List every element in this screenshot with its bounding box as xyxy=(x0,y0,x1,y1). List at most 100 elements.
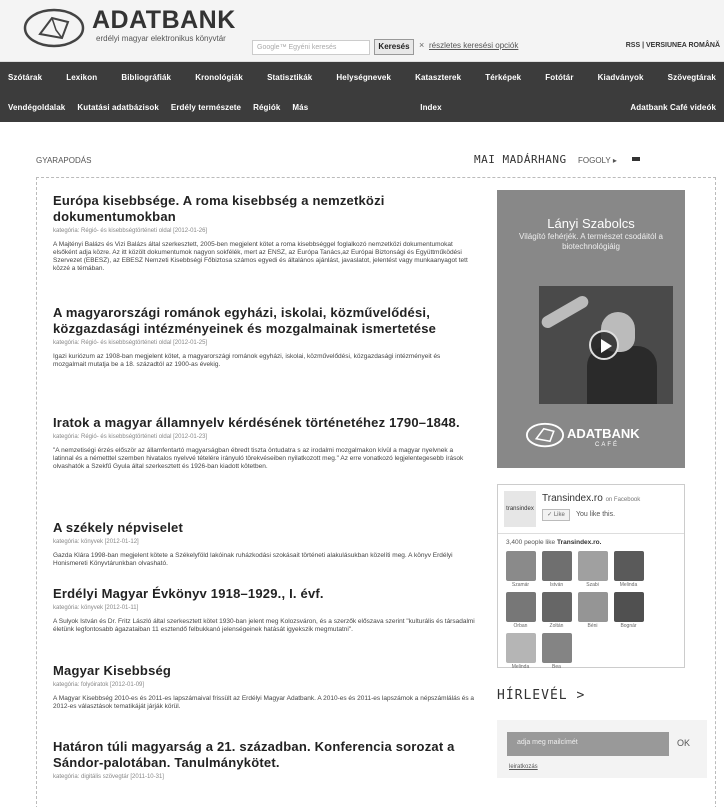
fan-avatar[interactable] xyxy=(577,592,608,622)
site-header: ADATBANK erdélyi magyar elektronikus kön… xyxy=(0,0,724,62)
article-body: A Magyar Kisebbség 2010-es és 2011-es la… xyxy=(53,695,475,710)
fb-fan[interactable]: Bea xyxy=(540,633,573,672)
fan-name[interactable]: Szamár xyxy=(504,581,537,590)
adatbank-logo-icon[interactable] xyxy=(22,6,86,50)
newsletter-ok-button[interactable]: OK xyxy=(677,738,690,748)
fb-count-page[interactable]: Transindex.ro. xyxy=(557,539,601,546)
fb-fan[interactable]: Melinda xyxy=(612,551,645,590)
fan-avatar[interactable] xyxy=(505,592,536,622)
cafe-video-promo[interactable]: Lányi Szabolcs Világító fehérjék. A term… xyxy=(497,190,685,468)
fan-name[interactable]: Bea xyxy=(540,663,573,672)
fan-name[interactable]: Béni xyxy=(576,622,609,631)
article-title[interactable]: A magyarországi románok egyházi, iskolai… xyxy=(53,305,475,337)
bird-sound-link[interactable]: FOGOLY ▸ xyxy=(578,156,617,165)
fb-count-prefix: 3,400 people like xyxy=(506,539,556,546)
fb-like-count: 3,400 people like Transindex.ro. xyxy=(506,539,601,546)
article-meta: kategória: Régió- és kisebbségtörténeti … xyxy=(53,340,208,346)
top-right-links[interactable]: RSS | VERSIUNEA ROMÂNĂ xyxy=(626,42,720,49)
article-title[interactable]: Európa kisebbsége. A roma kisebbség a ne… xyxy=(53,193,475,225)
nav-row-1: Szótárak Lexikon Bibliográfiák Kronológi… xyxy=(8,62,716,92)
fb-page-title[interactable]: Transindex.ro on Facebook xyxy=(542,493,640,504)
nav-item-kronologiak[interactable]: Kronológiák xyxy=(195,73,243,82)
newsletter-label[interactable]: HÍRLEVÉL > xyxy=(497,688,585,703)
fan-name[interactable]: Orban xyxy=(504,622,537,631)
fb-fan[interactable]: Orban xyxy=(504,592,537,631)
nav-item-lexikon[interactable]: Lexikon xyxy=(66,73,97,82)
fan-name[interactable]: Melinda xyxy=(612,581,645,590)
article-title[interactable]: Magyar Kisebbség xyxy=(53,663,475,679)
article-body: "A nemzetiségi érzés először az államfen… xyxy=(53,447,464,470)
fan-avatar[interactable] xyxy=(541,633,572,663)
video-subtitle: Világító fehérjék. A természet csodáitól… xyxy=(519,232,663,251)
email-field[interactable]: adja meg mailcímét xyxy=(507,732,669,756)
fan-name[interactable]: Szabi xyxy=(576,581,609,590)
nav-item-kataszterek[interactable]: Kataszterek xyxy=(415,73,461,82)
article-title[interactable]: A székely népviselet xyxy=(53,520,475,536)
fan-name[interactable]: István xyxy=(540,581,573,590)
fan-name[interactable]: Bognár xyxy=(612,622,645,631)
fb-fan[interactable]: István xyxy=(540,551,573,590)
search-button[interactable]: Keresés xyxy=(374,39,414,55)
nav-item-bibliografiak[interactable]: Bibliográfiák xyxy=(121,73,171,82)
nav-item-helysegnevek[interactable]: Helységnevek xyxy=(336,73,391,82)
logo-title[interactable]: ADATBANK xyxy=(92,6,236,35)
fb-fan[interactable]: Szabi xyxy=(576,551,609,590)
fb-fan[interactable]: Szamár xyxy=(504,551,537,590)
fb-like-button[interactable]: ✓ Like xyxy=(542,509,570,521)
fb-faces-grid: Szamár István Szabi Melinda Orban Zoltán… xyxy=(504,551,680,672)
video-speaker-name: Lányi Szabolcs xyxy=(547,216,635,231)
nav-item-vendegoldalak[interactable]: Vendégoldalak xyxy=(8,103,65,112)
article-meta: kategória: könyvek [2012-01-11] xyxy=(53,605,139,611)
nav-item-erdely-termeszete[interactable]: Erdély természete xyxy=(171,103,241,112)
nav-item-adatbank-cafe-videok[interactable]: Adatbank Café videók xyxy=(630,103,716,112)
nav-item-terkepek[interactable]: Térképek xyxy=(485,73,521,82)
article-body: Igazi kuriózum az 1908-ban megjelent köt… xyxy=(53,353,441,368)
bird-player-bar[interactable] xyxy=(632,157,640,161)
logo-subtitle: erdélyi magyar elektronikus könyvtár xyxy=(96,34,226,43)
fan-avatar[interactable] xyxy=(541,551,572,581)
article-meta: kategória: Régió- és kisebbségtörténeti … xyxy=(53,228,208,234)
nav-item-kutatasi-adatbazisok[interactable]: Kutatási adatbázisok xyxy=(77,103,159,112)
fb-fan[interactable]: Melinda xyxy=(504,633,537,672)
advanced-search-link[interactable]: részletes keresési opciók xyxy=(429,41,518,50)
article-body: A Majtényi Balázs és Vizi Balázs által s… xyxy=(53,241,468,272)
transindex-logo[interactable]: transindex xyxy=(504,491,536,527)
cafe-logo-icon xyxy=(525,422,565,448)
nav-item-szovegtarak[interactable]: Szövegtárak xyxy=(668,73,716,82)
bird-sound-label: MAI MADÁRHANG xyxy=(474,153,567,166)
fan-avatar[interactable] xyxy=(613,551,644,581)
article-title[interactable]: Határon túli magyarság a 21. században. … xyxy=(53,739,475,771)
fb-page-name[interactable]: Transindex.ro xyxy=(542,493,603,504)
fan-avatar[interactable] xyxy=(541,592,572,622)
nav-item-index[interactable]: Index xyxy=(420,103,441,112)
fb-fan[interactable]: Zoltán xyxy=(540,592,573,631)
fb-fan[interactable]: Béni xyxy=(576,592,609,631)
unsubscribe-link[interactable]: leiratkozás xyxy=(509,764,538,770)
fan-name[interactable]: Zoltán xyxy=(540,622,573,631)
article-item: Határon túli magyarság a 21. században. … xyxy=(53,739,475,782)
nav-item-statisztikak[interactable]: Statisztikák xyxy=(267,73,312,82)
fan-avatar[interactable] xyxy=(577,551,608,581)
fan-name[interactable]: Melinda xyxy=(504,663,537,672)
article-meta: kategória: folyóiratok [2012-01-09] xyxy=(53,682,145,688)
fan-avatar[interactable] xyxy=(613,592,644,622)
fb-fan[interactable]: Bognár xyxy=(612,592,645,631)
article-title[interactable]: Erdélyi Magyar Évkönyv 1918–1929., I. év… xyxy=(53,586,475,602)
cafe-sub: CAFÉ xyxy=(595,442,620,448)
article-meta: kategória: könyvek [2012-01-12] xyxy=(53,539,139,545)
nav-item-szotarak[interactable]: Szótárak xyxy=(8,73,42,82)
nav-item-fototar[interactable]: Fotótár xyxy=(545,73,573,82)
nav-item-mas[interactable]: Más xyxy=(292,103,308,112)
facebook-like-box: transindex Transindex.ro on Facebook ✓ L… xyxy=(497,484,685,670)
article-title[interactable]: Iratok a magyar államnyelv kérdésének tö… xyxy=(53,415,475,431)
fb-divider xyxy=(498,533,684,534)
play-icon[interactable] xyxy=(589,330,619,360)
nav-item-regiok[interactable]: Régiók xyxy=(253,103,280,112)
fan-avatar[interactable] xyxy=(505,551,536,581)
close-icon[interactable]: × xyxy=(419,40,424,50)
video-thumbnail[interactable] xyxy=(539,286,673,404)
fan-avatar[interactable] xyxy=(505,633,536,663)
nav-item-kiadvanyok[interactable]: Kiadványok xyxy=(598,73,644,82)
article-meta: kategória: Régió- és kisebbségtörténeti … xyxy=(53,434,208,440)
search-input[interactable]: Google™ Egyéni keresés xyxy=(252,40,370,55)
